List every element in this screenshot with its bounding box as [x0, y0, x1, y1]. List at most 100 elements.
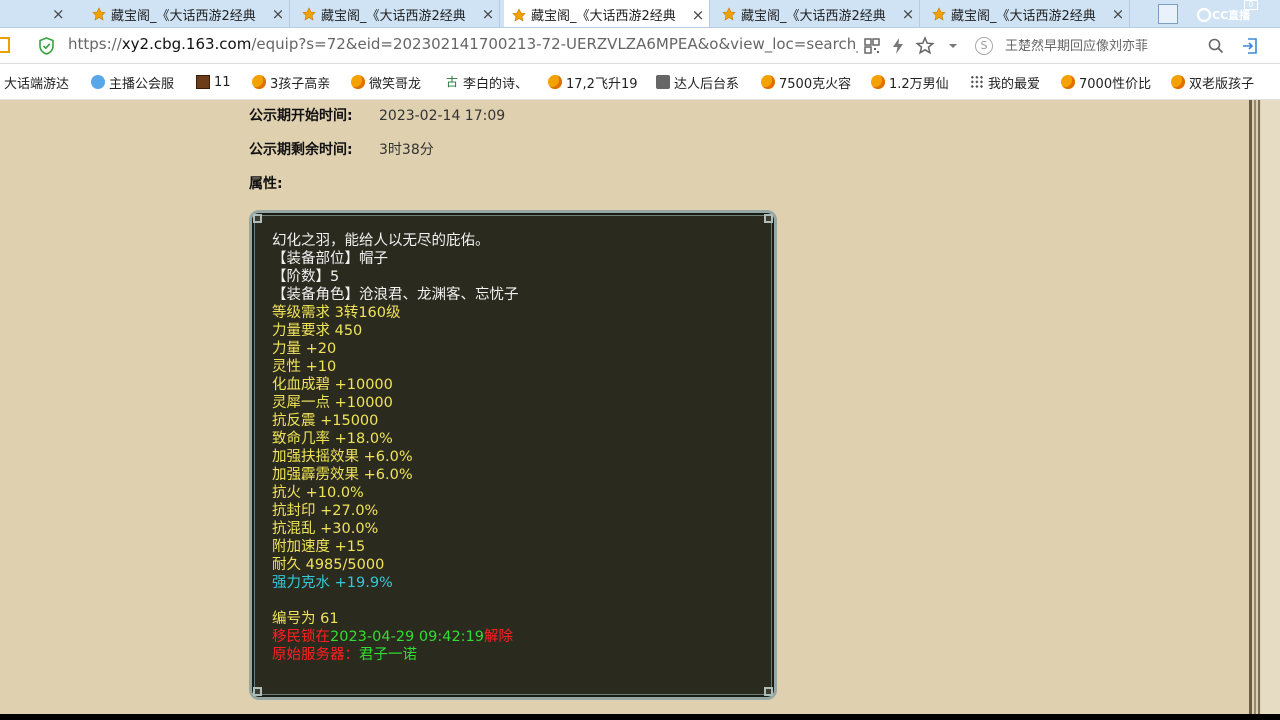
- search-box[interactable]: S: [975, 34, 1230, 58]
- close-icon[interactable]: ×: [52, 0, 65, 27]
- tab-close-icon[interactable]: ×: [1107, 5, 1129, 23]
- bookmark-label: 李白的诗、: [463, 76, 529, 92]
- public-remain-row: 公示期剩余时间: 3时38分: [249, 139, 434, 159]
- tab-strip: × 藏宝阁_《大话西游2经典 × 藏宝阁_《大话西游2经典 × 藏宝阁_《大话西…: [0, 0, 1280, 28]
- favorite-star-icon[interactable]: [915, 36, 935, 56]
- bookmark-label: 7000性价比: [1079, 76, 1152, 92]
- dropdown-arrow-icon[interactable]: [943, 36, 963, 56]
- login-icon[interactable]: [1240, 36, 1260, 56]
- stat-line: 耐久 4985/5000: [272, 557, 385, 573]
- cbg-favicon-icon: [871, 75, 885, 89]
- tab-close-icon[interactable]: ×: [477, 5, 499, 23]
- url-field[interactable]: https://xy2.cbg.163.com/equip?s=72&eid=2…: [68, 35, 858, 53]
- panel-corner: [253, 214, 262, 223]
- url-host: xy2.cbg.163.com: [121, 35, 252, 53]
- bookmark-item[interactable]: 我的最爱: [970, 73, 1041, 92]
- tab-label: 藏宝阁_《大话西游2经典: [741, 8, 886, 24]
- attributes-label: 属性:: [249, 176, 283, 192]
- bookmark-item[interactable]: 7000性价比: [1061, 73, 1152, 92]
- migration-time: 2023-04-29 09:42:19: [330, 629, 484, 645]
- lightning-icon[interactable]: [888, 36, 908, 56]
- stat-line: 加强霹雳效果 +6.0%: [272, 467, 413, 483]
- panel-corner: [253, 687, 262, 696]
- bookmark-item[interactable]: 17,2飞升19: [548, 73, 638, 92]
- origin-server-value: 君子一诺: [359, 647, 417, 663]
- panel-corner: [764, 214, 773, 223]
- attributes-heading: 属性:: [249, 173, 379, 193]
- cbg-favicon-icon: [548, 75, 562, 89]
- url-prefix: https://: [68, 35, 122, 53]
- tab-label: 藏宝阁_《大话西游2经典: [321, 8, 466, 24]
- stat-line: 等级需求 3转160级: [272, 305, 401, 321]
- stat-line: 抗混乱 +30.0%: [272, 521, 379, 537]
- public-start-value: 2023-02-14 17:09: [379, 108, 506, 124]
- browser-tab[interactable]: 藏宝阁_《大话西游2经典 ×: [84, 0, 290, 27]
- bottom-edge: [0, 714, 1280, 720]
- stat-line: 力量 +20: [272, 341, 337, 357]
- cbg-favicon-icon: [92, 7, 106, 21]
- search-icon[interactable]: [1208, 38, 1224, 54]
- window-badge: 0: [1244, 0, 1258, 10]
- public-remain-label: 公示期剩余时间:: [249, 142, 353, 158]
- search-input[interactable]: [1005, 38, 1170, 54]
- bookmark-item[interactable]: 11: [196, 73, 231, 91]
- stat-line: 化血成碧 +10000: [272, 377, 393, 393]
- bookmark-label: 微笑哥龙: [369, 76, 422, 92]
- poetry-site-icon: 古: [445, 75, 458, 89]
- migration-lock: 移民锁在2023-04-29 09:42:19解除: [272, 628, 519, 646]
- bookmark-item[interactable]: 7500克火容: [761, 73, 852, 92]
- item-roles: 【装备角色】沧浪君、龙渊客、忘忧子: [272, 287, 519, 303]
- stat-line: 致命几率 +18.0%: [272, 431, 393, 447]
- tab-close-icon[interactable]: ×: [897, 5, 919, 23]
- bookmark-label: 大话端游达: [4, 76, 70, 92]
- bookmark-item[interactable]: 微笑哥龙: [351, 73, 422, 92]
- bookmark-label: 达人后台系: [674, 76, 740, 92]
- cbg-favicon-icon: [932, 7, 946, 21]
- browser-tab[interactable]: 藏宝阁_《大话西游2经典 ×: [714, 0, 920, 27]
- tab-close-icon[interactable]: ×: [687, 6, 709, 24]
- cbg-favicon-icon: [512, 7, 526, 22]
- bookmark-label: 主播公会服: [109, 76, 175, 92]
- stat-line: 力量要求 450: [272, 323, 363, 339]
- stat-line: 抗反震 +15000: [272, 413, 379, 429]
- bookmark-item[interactable]: 古李白的诗、: [445, 73, 529, 92]
- item-slot: 【装备部位】帽子: [272, 251, 388, 267]
- public-start-row: 公示期开始时间: 2023-02-14 17:09: [249, 105, 505, 125]
- secure-shield-icon[interactable]: [38, 37, 55, 55]
- bookmark-item[interactable]: 主播公会服: [91, 73, 175, 92]
- migration-prefix: 移民锁在: [272, 629, 330, 645]
- bookmark-item[interactable]: 达人后台系: [656, 73, 740, 92]
- origin-server-label: 原始服务器：: [272, 647, 359, 663]
- cbg-favicon-icon: [252, 75, 266, 89]
- tab-label: 藏宝阁_《大话西游2经典: [111, 8, 256, 24]
- bookmark-label: 11: [214, 74, 231, 90]
- bookmark-item[interactable]: 1.2万男仙: [871, 73, 949, 92]
- home-icon[interactable]: [0, 37, 10, 53]
- apps-grid-icon: [970, 75, 984, 89]
- stat-line: 附加速度 +15: [272, 539, 366, 555]
- browser-tab[interactable]: 藏宝阁_《大话西游2经典 ×: [924, 0, 1130, 27]
- browser-tab[interactable]: 藏宝阁_《大话西游2经典 ×: [294, 0, 500, 27]
- special-stat: 强力克水 +19.9%: [272, 575, 393, 591]
- bookmark-item[interactable]: 双老版孩子: [1171, 73, 1254, 92]
- address-bar: https://xy2.cbg.163.com/equip?s=72&eid=2…: [0, 28, 1280, 64]
- item-attributes: 幻化之羽，能给人以无尽的庇佑。 【装备部位】帽子 【阶数】5 【装备角色】沧浪君…: [272, 232, 519, 664]
- bookmark-label: 1.2万男仙: [889, 76, 949, 92]
- bookmark-item[interactable]: 3孩子高亲: [252, 73, 330, 92]
- tab-label: 藏宝阁_《大话西游2经典: [951, 8, 1096, 24]
- browser-tab-active[interactable]: 藏宝阁_《大话西游2经典 ×: [504, 0, 710, 27]
- bookmark-label: 我的最爱: [988, 76, 1041, 92]
- item-serial: 编号为 61: [272, 611, 339, 627]
- bookmark-label: 7500克火容: [779, 76, 852, 92]
- new-tab-button[interactable]: [1158, 4, 1178, 24]
- cc-live-logo: CC直播: [1196, 6, 1250, 24]
- search-engine-icon[interactable]: S: [975, 37, 993, 55]
- cloud-icon: [91, 75, 105, 89]
- bookmark-item[interactable]: 大话端游达: [4, 73, 70, 92]
- origin-server: 原始服务器：君子一诺: [272, 646, 519, 664]
- item-description: 幻化之羽，能给人以无尽的庇佑。: [272, 233, 490, 249]
- game-icon: [196, 75, 210, 89]
- tab-close-icon[interactable]: ×: [267, 5, 289, 23]
- qr-code-icon[interactable]: [862, 36, 882, 56]
